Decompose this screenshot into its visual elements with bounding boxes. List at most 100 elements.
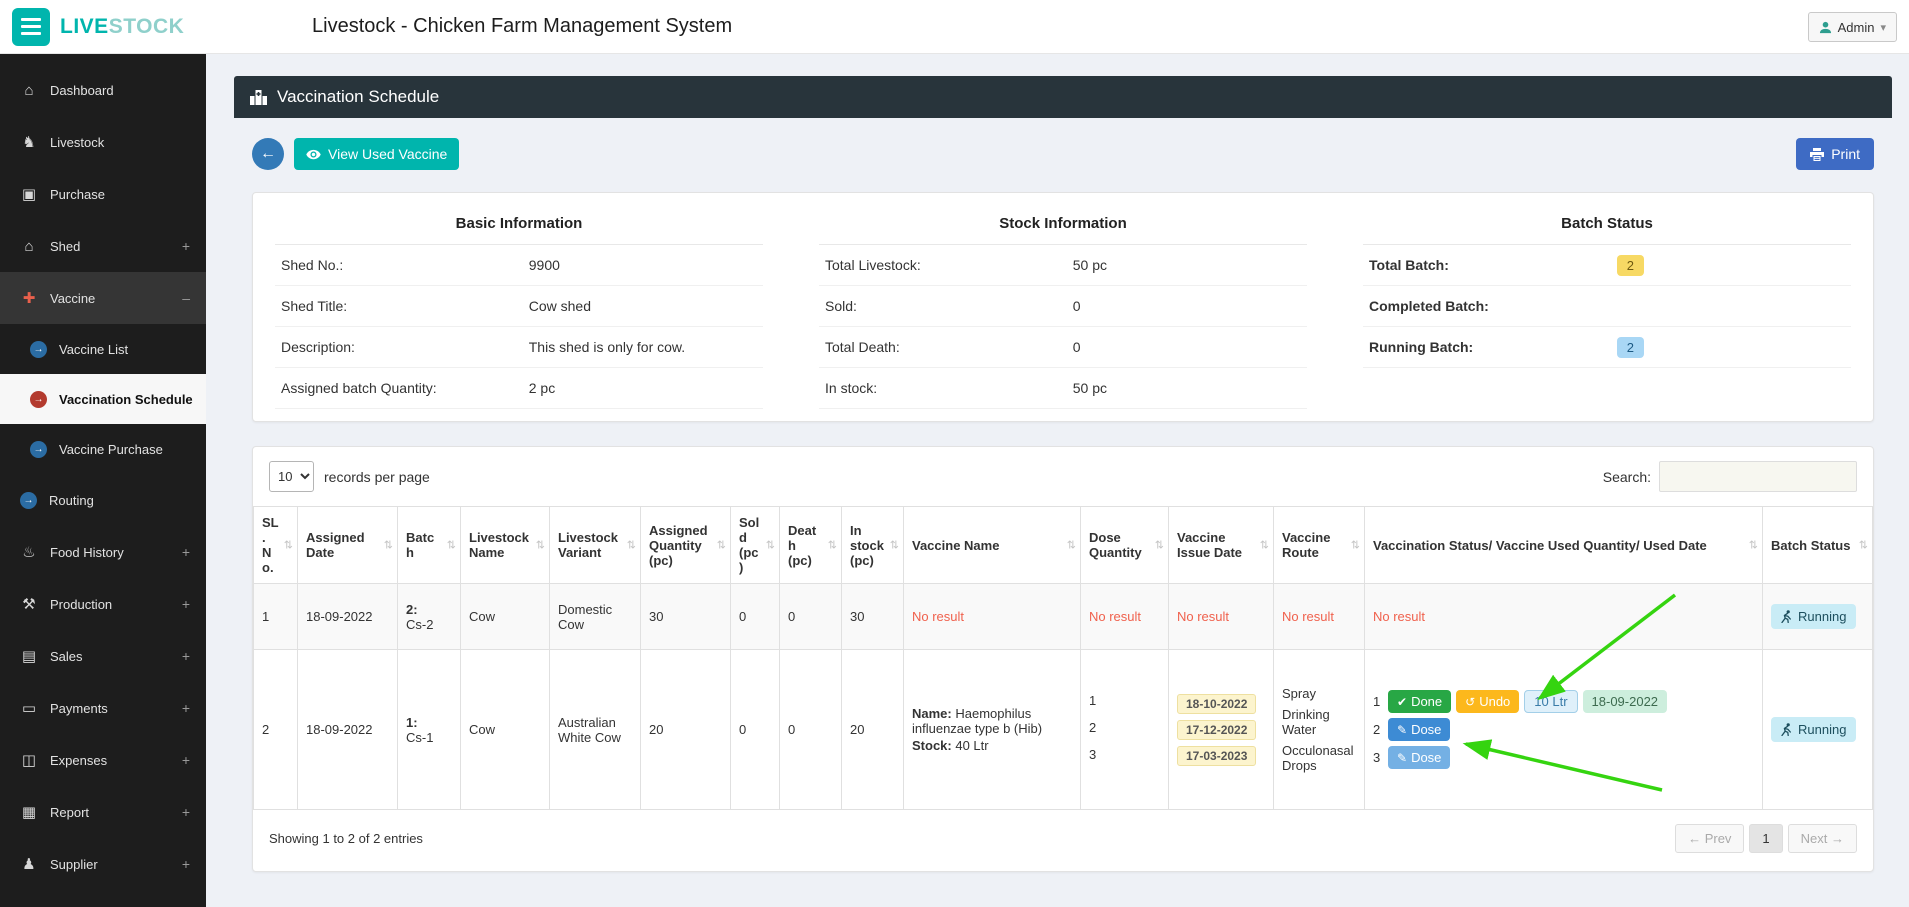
- sort-icon: ⇅: [626, 539, 636, 552]
- cell-batch: 1: Cs-1: [397, 649, 461, 810]
- dose-button[interactable]: ✎ Dose: [1388, 746, 1451, 769]
- col-header-vaccination-status[interactable]: Vaccination Status/ Vaccine Used Quantit…: [1364, 506, 1763, 584]
- col-header-assigned-quantity[interactable]: Assigned Quantity (pc) ⇅: [640, 506, 731, 584]
- info-row: Completed Batch:: [1363, 286, 1851, 327]
- section-heading: Batch Status: [1363, 205, 1851, 245]
- records-per-page-label: records per page: [324, 468, 430, 485]
- info-row: Assigned batch Quantity: 2 pc: [275, 368, 763, 409]
- col-header-vaccine-name[interactable]: Vaccine Name ⇅: [903, 506, 1081, 584]
- panel-header: Vaccination Schedule: [234, 76, 1892, 118]
- page-number-button[interactable]: 1: [1749, 824, 1783, 853]
- done-button[interactable]: ✔ Done: [1388, 690, 1452, 713]
- col-header-death[interactable]: Death (pc) ⇅: [779, 506, 842, 584]
- issue-date-badge: 17-12-2022: [1177, 719, 1257, 740]
- expand-icon: +: [181, 856, 190, 872]
- col-header-batch[interactable]: Batch ⇅: [397, 506, 461, 584]
- expand-icon: +: [181, 700, 190, 716]
- cell-death: 0: [779, 649, 842, 810]
- sort-icon: ⇅: [1858, 539, 1868, 552]
- page-size-select[interactable]: 10: [269, 461, 314, 492]
- sidebar-item-shed[interactable]: ⌂ Shed +: [0, 220, 206, 272]
- sort-icon: ⇅: [1259, 539, 1269, 552]
- sort-icon: ⇅: [1066, 539, 1076, 552]
- sidebar-item-vaccine-list[interactable]: → Vaccine List: [0, 324, 206, 374]
- print-button[interactable]: Print: [1796, 138, 1874, 170]
- payments-icon: ▭: [21, 700, 37, 717]
- undo-button[interactable]: ↺ Undo: [1456, 690, 1520, 713]
- section-heading: Basic Information: [275, 205, 763, 245]
- sidebar-submenu-vaccine: → Vaccine List → Vaccination Schedule → …: [0, 324, 206, 474]
- search-label: Search:: [1602, 468, 1651, 485]
- back-button[interactable]: ←: [252, 138, 284, 170]
- sidebar-item-production[interactable]: ⚒ Production +: [0, 578, 206, 630]
- sort-icon: ⇅: [1350, 539, 1360, 552]
- cell-vaccination-status: 1 ✔ Done ↺ Undo 10 Ltr 18-09-2022 2 ✎ Dose: [1364, 649, 1763, 810]
- cell-livestock-name: Cow: [460, 649, 550, 810]
- col-header-sl-no[interactable]: SL. No. ⇅: [253, 506, 298, 584]
- sidebar-item-livestock[interactable]: ♞ Livestock: [0, 116, 206, 168]
- hamburger-menu-icon[interactable]: [12, 7, 50, 46]
- sidebar-item-payments[interactable]: ▭ Payments +: [0, 682, 206, 734]
- sidebar-item-sales[interactable]: ▤ Sales +: [0, 630, 206, 682]
- cell-livestock-variant: Domestic Cow: [549, 583, 641, 650]
- sidebar-item-dashboard[interactable]: ⌂ Dashboard: [0, 64, 206, 116]
- total-batch-badge: 2: [1616, 254, 1644, 276]
- sidebar-item-vaccine-purchase[interactable]: → Vaccine Purchase: [0, 424, 206, 474]
- sort-icon: ⇅: [716, 539, 726, 552]
- col-header-batch-status[interactable]: Batch Status ⇅: [1762, 506, 1873, 584]
- cell-batch-status: Running: [1762, 649, 1873, 810]
- search-input[interactable]: [1659, 461, 1857, 492]
- cell-livestock-variant: Australian White Cow: [549, 649, 641, 810]
- col-header-livestock-name[interactable]: Livestock Name ⇅: [460, 506, 550, 584]
- cell-death: 0: [779, 583, 842, 650]
- sort-icon: ⇅: [283, 539, 293, 552]
- caret-down-icon: ▾: [1880, 21, 1886, 34]
- brand: LIVESTOCK: [0, 7, 206, 46]
- sort-icon: ⇅: [446, 539, 456, 552]
- main-content: Vaccination Schedule ← View Used Vaccine…: [206, 54, 1909, 907]
- next-page-button[interactable]: Next →: [1787, 824, 1857, 853]
- info-row: Total Batch: 2: [1363, 245, 1851, 286]
- cell-sold: 0: [730, 649, 780, 810]
- col-header-vaccine-issue-date[interactable]: Vaccine Issue Date ⇅: [1168, 506, 1274, 584]
- overview-card: Basic Information Shed No.: 9900 Shed Ti…: [252, 192, 1874, 422]
- sidebar-item-vaccine[interactable]: ✚ Vaccine –: [0, 272, 206, 324]
- production-icon: ⚒: [22, 596, 36, 613]
- table-header-row: SL. No. ⇅ Assigned Date ⇅ Batch ⇅ Livestock…: [253, 506, 1873, 584]
- col-header-livestock-variant[interactable]: Livestock Variant ⇅: [549, 506, 641, 584]
- sidebar-item-supplier[interactable]: ♟ Supplier +: [0, 838, 206, 890]
- expand-icon: +: [181, 804, 190, 820]
- livestock-icon: ♞: [22, 134, 36, 151]
- col-header-sold[interactable]: Sold (pc) ⇅: [730, 506, 780, 584]
- col-header-dose-quantity[interactable]: Dose Quantity ⇅: [1080, 506, 1169, 584]
- col-header-vaccine-route[interactable]: Vaccine Route ⇅: [1273, 506, 1365, 584]
- circle-arrow-icon: →: [20, 491, 37, 509]
- sidebar-item-vaccination-schedule[interactable]: → Vaccination Schedule: [0, 374, 206, 424]
- col-header-in-stock[interactable]: In stock (pc) ⇅: [841, 506, 904, 584]
- cell-assigned-quantity: 30: [640, 583, 731, 650]
- sidebar-item-purchase[interactable]: ▣ Purchase: [0, 168, 206, 220]
- sidebar-item-report[interactable]: ▦ Report +: [0, 786, 206, 838]
- food-icon: ♨: [22, 544, 36, 561]
- sidebar-item-food-history[interactable]: ♨ Food History +: [0, 526, 206, 578]
- sidebar-item-routing[interactable]: → Routing: [0, 474, 206, 526]
- prev-page-button[interactable]: ← Prev: [1675, 824, 1745, 853]
- app-logo: LIVESTOCK: [60, 15, 184, 39]
- sort-icon: ⇅: [889, 539, 899, 552]
- admin-label: Admin: [1837, 19, 1875, 35]
- sort-icon: ⇅: [1748, 539, 1758, 552]
- sidebar-item-expenses[interactable]: ◫ Expenses +: [0, 734, 206, 786]
- info-row: Total Livestock: 50 pc: [819, 245, 1307, 286]
- dose-button[interactable]: ✎ Dose: [1388, 718, 1451, 741]
- info-row: Shed Title: Cow shed: [275, 286, 763, 327]
- admin-dropdown[interactable]: Admin ▾: [1807, 12, 1897, 42]
- logo-live: LIVE: [60, 14, 109, 38]
- expand-icon: +: [181, 238, 190, 254]
- expand-icon: +: [181, 648, 190, 664]
- search-area: Search:: [1603, 461, 1857, 492]
- toolbar: ← View Used Vaccine Print: [252, 138, 1874, 170]
- info-row: Running Batch: 2: [1363, 327, 1851, 368]
- view-used-vaccine-button[interactable]: View Used Vaccine: [294, 138, 460, 170]
- col-header-assigned-date[interactable]: Assigned Date ⇅: [297, 506, 398, 584]
- runner-icon: [1781, 723, 1791, 736]
